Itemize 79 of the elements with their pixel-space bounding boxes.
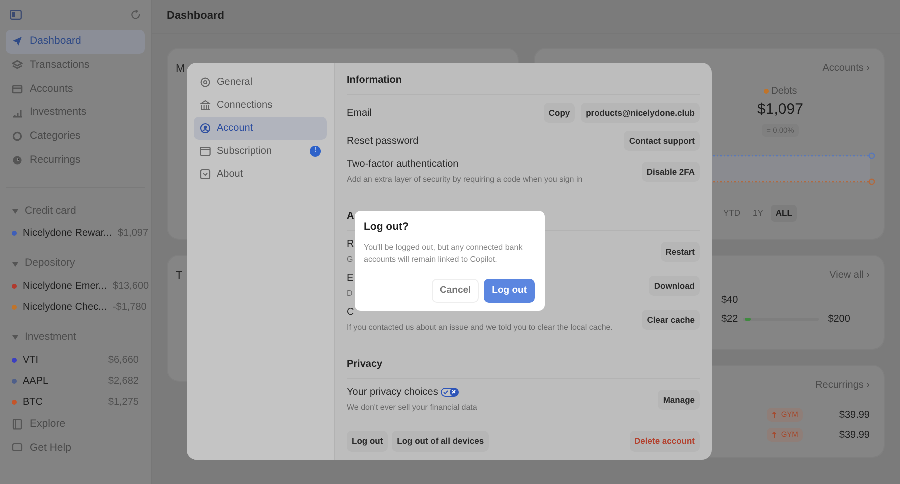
arrow-up-icon [772, 412, 778, 418]
account-name[interactable]: BTC [23, 394, 102, 410]
arrow-up-icon [772, 432, 778, 438]
chat-icon [12, 442, 23, 454]
legend-label: Debts [771, 85, 798, 99]
setting-description: D [347, 289, 353, 298]
range-tab[interactable]: ALL [770, 204, 798, 222]
action-button[interactable]: products@nicelydone.club [581, 102, 700, 124]
bar-chart-icon [12, 108, 23, 119]
nav-link[interactable]: Accounts [6, 78, 145, 102]
action-button[interactable]: Restart [660, 242, 700, 262]
account-name[interactable]: Nicelydone Emer... [23, 279, 107, 294]
paper-plane-icon [12, 36, 23, 48]
stack-icon [12, 60, 23, 72]
nav-link[interactable]: Categories [6, 125, 145, 149]
card-icon [12, 84, 23, 95]
nav-link[interactable]: Recurrings [6, 148, 145, 172]
account-name[interactable]: AAPL [23, 374, 102, 389]
setting-label: Reset password [347, 134, 419, 148]
delete-button[interactable]: Delete account [630, 431, 700, 452]
info-box-icon [200, 169, 211, 180]
view-link[interactable]: View all › [830, 268, 870, 283]
setting-description: We don't ever sell your financial data [347, 403, 478, 412]
logout-button[interactable]: Log out of all devices [392, 431, 490, 452]
footer-link[interactable]: Get Help [6, 436, 145, 460]
setting-label: Two-factor authentication [347, 158, 459, 172]
ring-icon [12, 131, 23, 142]
nav-link[interactable]: Dashboard [6, 30, 145, 54]
account-name[interactable]: Nicelydone Chec... [23, 300, 107, 315]
card-title: M [176, 62, 186, 77]
settings-tab[interactable]: About [194, 163, 327, 186]
action-button[interactable]: Copy [544, 102, 576, 124]
gear-icon [200, 77, 211, 88]
settings-tab[interactable]: Account [194, 117, 327, 140]
footer-link[interactable]: Explore [6, 412, 145, 436]
card-icon [200, 146, 211, 157]
setting-label: C [347, 306, 354, 320]
action-button[interactable]: Manage [658, 390, 700, 410]
bank-icon [200, 100, 211, 111]
account-name[interactable]: VTI [23, 352, 102, 368]
view-link[interactable]: Accounts › [822, 61, 870, 76]
clock-icon [12, 155, 23, 166]
cancel-button[interactable]: Cancel [432, 278, 480, 303]
spent-amount: $22 [722, 313, 738, 327]
settings-tab[interactable]: General [194, 71, 327, 94]
range-tab[interactable]: 1Y [748, 204, 768, 222]
logout-button[interactable]: Log out [347, 431, 388, 452]
setting-description: Add an extra layer of security by requiring a code when you sign in [347, 175, 583, 184]
confirm-button[interactable]: Log out [484, 278, 535, 303]
recurring-amount: $39.99 [839, 428, 870, 442]
nav-link[interactable]: Transactions [6, 54, 145, 78]
card-title: T [176, 269, 183, 284]
account-name[interactable]: Nicelydone Rewar... [23, 226, 112, 242]
setting-label: R [347, 238, 354, 252]
user-circle-icon [200, 123, 211, 134]
settings-tab[interactable]: Connections [194, 94, 327, 117]
budget-amount: $40 [722, 294, 740, 308]
section-title: Information [347, 73, 700, 95]
book-icon [12, 419, 23, 430]
recurring-amount: $39.99 [839, 408, 870, 422]
setting-description: If you contacted us about an issue and we told you to clear the local cache. [347, 323, 613, 332]
action-button[interactable]: Disable 2FA [642, 162, 700, 182]
refresh-icon [131, 10, 141, 20]
dialog-message: You'll be logged out, but any connected bank accounts will remain linked to Copilot. [364, 242, 524, 266]
setting-label: Email [347, 106, 372, 120]
nav-link[interactable]: Investments [6, 101, 145, 125]
view-link[interactable]: Recurrings › [816, 378, 870, 393]
setting-label: Your privacy choices [347, 386, 438, 400]
action-button[interactable]: Download [649, 276, 700, 296]
setting-label: E [347, 272, 354, 286]
section-title: Privacy [347, 357, 700, 379]
range-tab[interactable]: YTD [718, 204, 746, 222]
sidebar-toggle-icon [10, 10, 22, 20]
balance-value: $1,097 [758, 100, 804, 120]
page-title: Dashboard [152, 0, 900, 34]
action-button[interactable]: Contact support [624, 130, 700, 152]
limit-amount: $200 [828, 313, 850, 327]
setting-description: G [347, 255, 354, 264]
action-button[interactable]: Clear cache [642, 310, 700, 330]
